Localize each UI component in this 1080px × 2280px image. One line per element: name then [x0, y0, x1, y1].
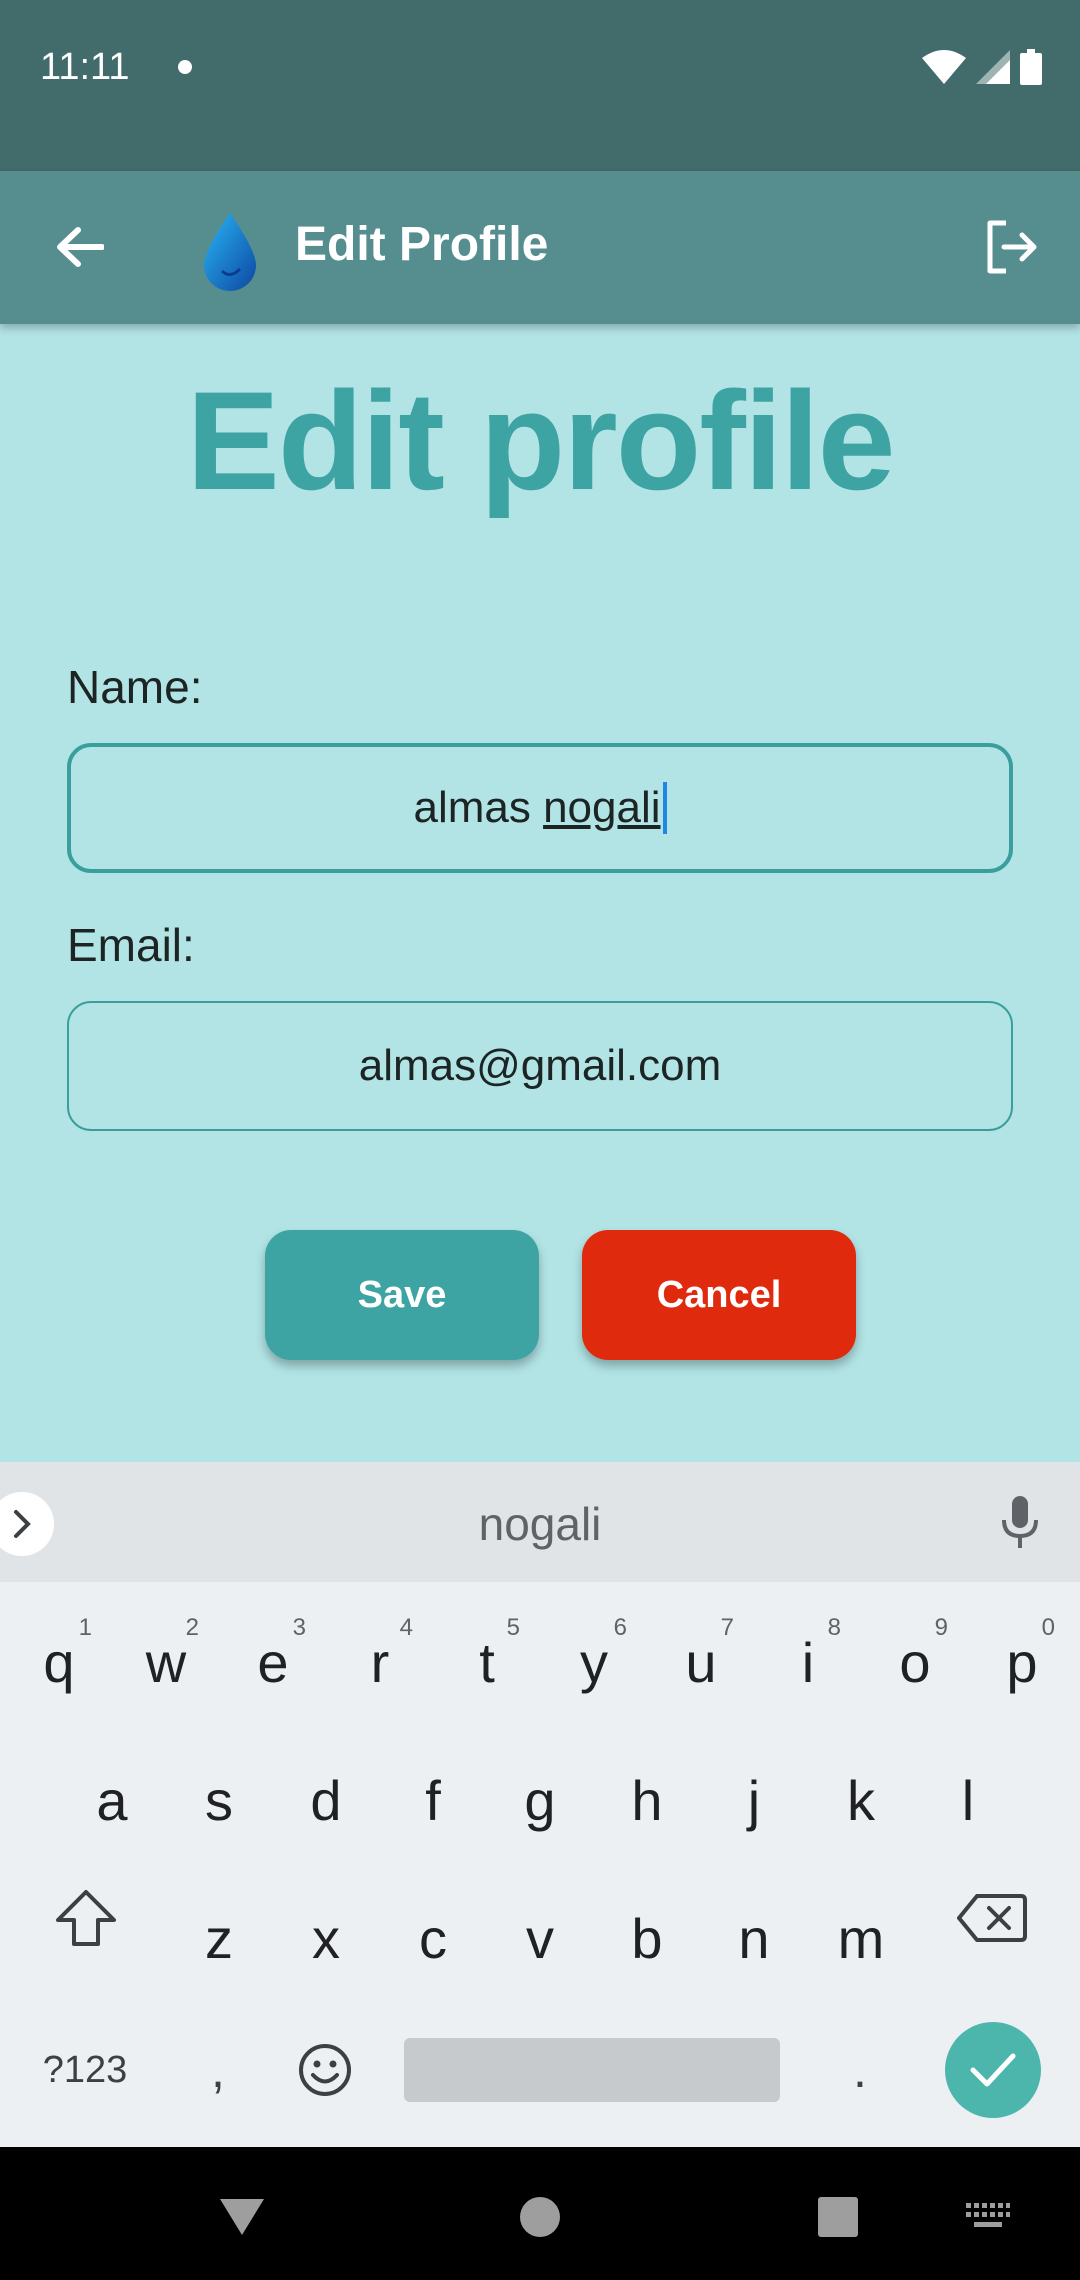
shift-key[interactable] — [34, 1858, 138, 1978]
space-key[interactable] — [404, 2038, 780, 2102]
cancel-button[interactable]: Cancel — [582, 1230, 856, 1360]
app-bar: Edit Profile — [0, 171, 1080, 324]
key-t[interactable]: t5 — [434, 1602, 540, 1722]
key-v[interactable]: v — [487, 1878, 593, 1998]
app-bar-title: Edit Profile — [295, 218, 549, 271]
nav-back-button[interactable] — [202, 2177, 282, 2257]
key-b[interactable]: b — [594, 1878, 700, 1998]
emoji-key[interactable] — [275, 2010, 375, 2130]
key-hint: 1 — [78, 1614, 92, 1641]
key-hint: 8 — [827, 1614, 841, 1641]
backspace-key[interactable] — [940, 1858, 1044, 1978]
key-h[interactable]: h — [594, 1740, 700, 1860]
microphone-button[interactable] — [990, 1490, 1050, 1554]
cell-signal-icon — [976, 50, 1010, 84]
comma-key[interactable]: , — [168, 2010, 268, 2130]
key-f[interactable]: f — [380, 1740, 486, 1860]
symbols-key[interactable]: ?123 — [20, 2010, 150, 2130]
triangle-down-icon — [220, 2199, 264, 2235]
key-d[interactable]: d — [273, 1740, 379, 1860]
key-l[interactable]: l — [915, 1740, 1021, 1860]
logout-button[interactable] — [974, 209, 1050, 285]
battery-icon — [1020, 49, 1042, 85]
key-hint: 3 — [292, 1614, 306, 1641]
key-u[interactable]: u7 — [648, 1602, 754, 1722]
key-y[interactable]: y6 — [541, 1602, 647, 1722]
key-j[interactable]: j — [701, 1740, 807, 1860]
emoji-icon — [299, 2044, 351, 2096]
circle-icon — [520, 2197, 560, 2237]
name-label: Name: — [67, 661, 203, 713]
key-hint: 0 — [1041, 1614, 1055, 1641]
back-button[interactable] — [44, 211, 116, 283]
key-o[interactable]: o9 — [862, 1602, 968, 1722]
key-s[interactable]: s — [166, 1740, 272, 1860]
key-q[interactable]: q1 — [6, 1602, 112, 1722]
key-r[interactable]: r4 — [327, 1602, 433, 1722]
arrow-left-icon — [57, 227, 104, 267]
key-c[interactable]: c — [380, 1878, 486, 1998]
period-key[interactable]: . — [810, 2010, 910, 2130]
text-cursor — [662, 782, 667, 834]
key-hint: 4 — [399, 1614, 413, 1641]
suggestion-bar: nogali — [0, 1462, 1080, 1582]
key-hint: 2 — [185, 1614, 199, 1641]
key-k[interactable]: k — [808, 1740, 914, 1860]
logout-icon — [987, 220, 1037, 274]
key-a[interactable]: a — [59, 1740, 165, 1860]
page-heading: Edit profile — [186, 362, 895, 519]
nav-recents-button[interactable] — [798, 2177, 878, 2257]
backspace-icon — [957, 1894, 1027, 1942]
key-hint: 9 — [934, 1614, 948, 1641]
key-n[interactable]: n — [701, 1878, 807, 1998]
email-input-text: almas@gmail.com — [358, 1041, 722, 1090]
notification-dot-icon — [178, 60, 192, 74]
key-z[interactable]: z — [166, 1878, 272, 1998]
name-input-text: almas nogali — [413, 783, 661, 832]
key-e[interactable]: e3 — [220, 1602, 326, 1722]
key-m[interactable]: m — [808, 1878, 914, 1998]
key-i[interactable]: i8 — [755, 1602, 861, 1722]
square-icon — [818, 2197, 858, 2237]
key-hint: 7 — [720, 1614, 734, 1641]
key-w[interactable]: w2 — [113, 1602, 219, 1722]
key-g[interactable]: g — [487, 1740, 593, 1860]
soft-keyboard: nogali ?123 , . q1w2e3r4t5y6u7i8o9p0 a s… — [0, 1462, 1080, 2147]
water-drop-logo-icon — [200, 211, 260, 291]
microphone-icon — [1002, 1496, 1038, 1548]
status-bar: 11:11 — [0, 0, 1080, 171]
email-input[interactable]: almas@gmail.com — [67, 1001, 1013, 1131]
save-button[interactable]: Save — [265, 1230, 539, 1360]
composing-word: nogali — [543, 783, 661, 832]
enter-key[interactable] — [945, 2022, 1041, 2118]
key-hint: 6 — [613, 1614, 627, 1641]
system-navigation-bar — [0, 2147, 1080, 2280]
check-icon — [970, 2053, 1016, 2087]
key-hint: 5 — [506, 1614, 520, 1641]
keyboard-icon — [966, 2203, 1010, 2227]
status-icons — [922, 48, 1042, 86]
status-time: 11:11 — [40, 46, 130, 88]
nav-keyboard-switch-button[interactable] — [948, 2177, 1028, 2257]
name-input[interactable]: almas nogali — [67, 743, 1013, 873]
suggestion-word[interactable]: nogali — [0, 1497, 1080, 1551]
wifi-icon — [922, 50, 966, 84]
key-p[interactable]: p0 — [969, 1602, 1075, 1722]
nav-home-button[interactable] — [500, 2177, 580, 2257]
email-label: Email: — [67, 919, 195, 971]
key-x[interactable]: x — [273, 1878, 379, 1998]
shift-icon — [56, 1890, 116, 1946]
